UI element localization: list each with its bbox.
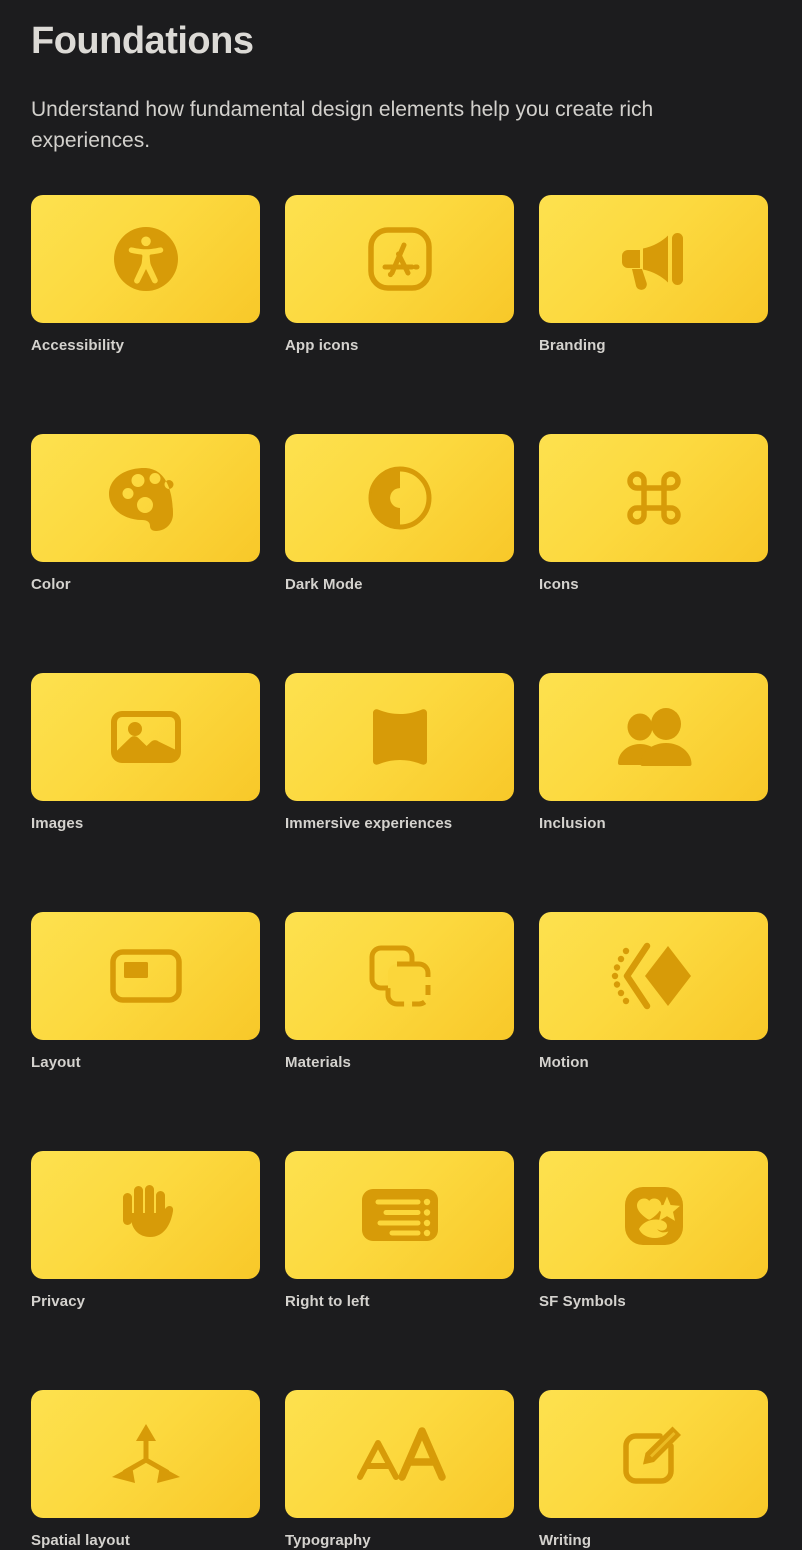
tile-typography xyxy=(285,1389,514,1518)
two-people-icon xyxy=(611,701,697,773)
letter-aa-icon xyxy=(352,1418,448,1490)
card-inclusion[interactable]: Inclusion xyxy=(539,672,768,833)
card-label: Images xyxy=(31,814,84,832)
motion-diamond-icon xyxy=(611,940,697,1012)
raised-hand-icon xyxy=(111,1179,181,1251)
card-label: SF Symbols xyxy=(539,1292,626,1310)
tile-immersive-experiences xyxy=(285,672,514,801)
tile-layout xyxy=(31,911,260,1040)
photo-icon xyxy=(105,701,187,773)
pencil-square-icon xyxy=(616,1418,692,1490)
tile-materials xyxy=(285,911,514,1040)
card-motion[interactable]: Motion xyxy=(539,911,768,1072)
card-images[interactable]: Images xyxy=(31,672,260,833)
paint-palette-icon xyxy=(104,462,188,534)
card-layout[interactable]: Layout xyxy=(31,911,260,1072)
card-label: Color xyxy=(31,575,71,593)
card-label: Right to left xyxy=(285,1292,370,1310)
tile-images xyxy=(31,672,260,801)
foundations-page: Foundations Understand how fundamental d… xyxy=(0,0,802,1549)
sf-symbols-icon xyxy=(617,1179,691,1251)
card-color[interactable]: Color xyxy=(31,433,260,594)
card-privacy[interactable]: Privacy xyxy=(31,1150,260,1311)
three-axis-arrows-icon xyxy=(106,1418,186,1490)
card-sf-symbols[interactable]: SF Symbols xyxy=(539,1150,768,1311)
stacked-squares-icon xyxy=(362,940,438,1012)
card-materials[interactable]: Materials xyxy=(285,911,514,1072)
card-label: Layout xyxy=(31,1053,81,1071)
card-label: Writing xyxy=(539,1531,592,1549)
tile-writing xyxy=(539,1389,768,1518)
card-icons[interactable]: Icons xyxy=(539,433,768,594)
page-title: Foundations xyxy=(31,20,254,62)
card-label: Materials xyxy=(285,1053,351,1071)
tile-inclusion xyxy=(539,672,768,801)
tile-app-icons xyxy=(285,194,514,323)
card-writing[interactable]: Writing xyxy=(539,1389,768,1550)
tile-motion xyxy=(539,911,768,1040)
tile-color xyxy=(31,433,260,562)
tile-right-to-left xyxy=(285,1150,514,1279)
card-label: Motion xyxy=(539,1053,589,1071)
tile-accessibility xyxy=(31,194,260,323)
card-right-to-left[interactable]: Right to left xyxy=(285,1150,514,1311)
card-spatial-layout[interactable]: Spatial layout xyxy=(31,1389,260,1550)
card-label: Spatial layout xyxy=(31,1531,130,1549)
megaphone-icon xyxy=(614,223,694,295)
accessibility-icon xyxy=(110,223,182,295)
card-dark-mode[interactable]: Dark Mode xyxy=(285,433,514,594)
card-label: Typography xyxy=(285,1531,371,1549)
card-typography[interactable]: Typography xyxy=(285,1389,514,1550)
card-label: Dark Mode xyxy=(285,575,363,593)
card-accessibility[interactable]: Accessibility xyxy=(31,194,260,355)
card-label: Privacy xyxy=(31,1292,86,1310)
card-label: Accessibility xyxy=(31,336,125,354)
card-label: Branding xyxy=(539,336,606,354)
command-key-icon xyxy=(618,462,690,534)
page-subtitle: Understand how fundamental design elemen… xyxy=(31,97,654,153)
card-branding[interactable]: Branding xyxy=(539,194,768,355)
card-label: Icons xyxy=(539,575,579,593)
tile-icons xyxy=(539,433,768,562)
tile-dark-mode xyxy=(285,433,514,562)
tile-spatial-layout xyxy=(31,1389,260,1518)
card-label: App icons xyxy=(285,336,359,354)
tile-privacy xyxy=(31,1150,260,1279)
foundations-card-grid: Accessibility App icons Branding Color D… xyxy=(31,194,771,1550)
contrast-circle-icon xyxy=(364,462,436,534)
card-immersive-experiences[interactable]: Immersive experiences xyxy=(285,672,514,833)
app-store-icon xyxy=(364,223,436,295)
card-label: Immersive experiences xyxy=(285,814,453,832)
tile-branding xyxy=(539,194,768,323)
curved-screen-icon xyxy=(361,701,439,773)
tile-sf-symbols xyxy=(539,1150,768,1279)
layout-frame-icon xyxy=(105,940,187,1012)
card-app-icons[interactable]: App icons xyxy=(285,194,514,355)
card-label: Inclusion xyxy=(539,814,606,832)
rtl-list-icon xyxy=(356,1179,444,1251)
